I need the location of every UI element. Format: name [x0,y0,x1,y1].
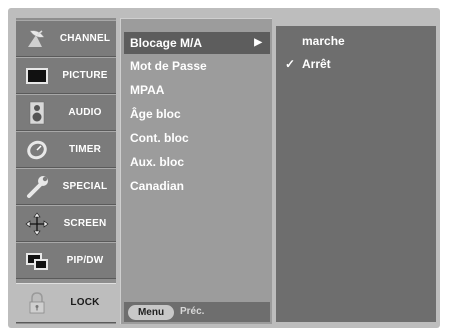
speaker-icon [24,101,50,125]
submenu-item-label: Cont. bloc [130,131,189,145]
menu-button[interactable]: Menu [128,305,174,320]
submenu-item-cont-bloc[interactable]: Cont. bloc [124,127,270,149]
submenu-item-mpaa[interactable]: MPAA [124,79,270,101]
category-timer[interactable]: TIMER [16,131,116,168]
pip-windows-icon [24,249,50,273]
category-channel[interactable]: CHANNEL [16,20,116,57]
submenu-item-label: Âge bloc [130,107,181,121]
category-label: SCREEN [63,218,107,229]
category-audio[interactable]: AUDIO [16,94,116,131]
option-arret[interactable]: ✓ Arrêt [282,53,432,75]
submenu-item-label: MPAA [130,83,165,97]
padlock-icon [24,291,50,315]
checkmark-icon: ✓ [284,57,296,71]
submenu-item-mot-de-passe[interactable]: Mot de Passe [124,55,270,77]
submenu-item-label: Aux. bloc [130,155,185,169]
satellite-dish-icon [24,27,50,51]
submenu-item-label: Mot de Passe [130,59,207,73]
option-marche[interactable]: marche [282,30,432,52]
submenu-item-label: Canadian [130,179,185,193]
category-pip-dw[interactable]: PIP/DW [16,242,116,279]
clock-icon [24,138,50,162]
wrench-icon [24,175,50,199]
category-lock[interactable]: LOCK [16,283,116,323]
submenu-item-aux-bloc[interactable]: Aux. bloc [124,151,270,173]
right-arrow-icon: ▶ [254,37,262,48]
category-label: TIMER [68,144,102,155]
category-label: LOCK [70,297,100,308]
category-label: PIP/DW [66,255,104,266]
option-label: marche [302,34,345,48]
category-special[interactable]: SPECIAL [16,168,116,205]
submenu-footer: Menu Préc. [124,302,270,322]
category-label: PICTURE [62,70,108,81]
submenu-item-age-bloc[interactable]: Âge bloc [124,103,270,125]
tv-menu-screen: CHANNEL PICTURE AUDIO TIMER SPECIAL SCRE… [0,0,451,333]
category-label: CHANNEL [59,33,111,44]
submenu-item-label: Blocage M/A [130,36,203,50]
submenu-item-blocage[interactable]: Blocage M/A ▶ [124,32,270,54]
submenu-item-canadian[interactable]: Canadian [124,175,270,197]
category-picture[interactable]: PICTURE [16,57,116,94]
previous-hint: Préc. [180,306,205,317]
tv-screen-icon [24,64,50,88]
category-label: AUDIO [68,107,102,118]
option-label: Arrêt [302,57,331,71]
move-arrows-icon [24,212,50,236]
category-screen[interactable]: SCREEN [16,205,116,242]
category-label: SPECIAL [62,181,108,192]
